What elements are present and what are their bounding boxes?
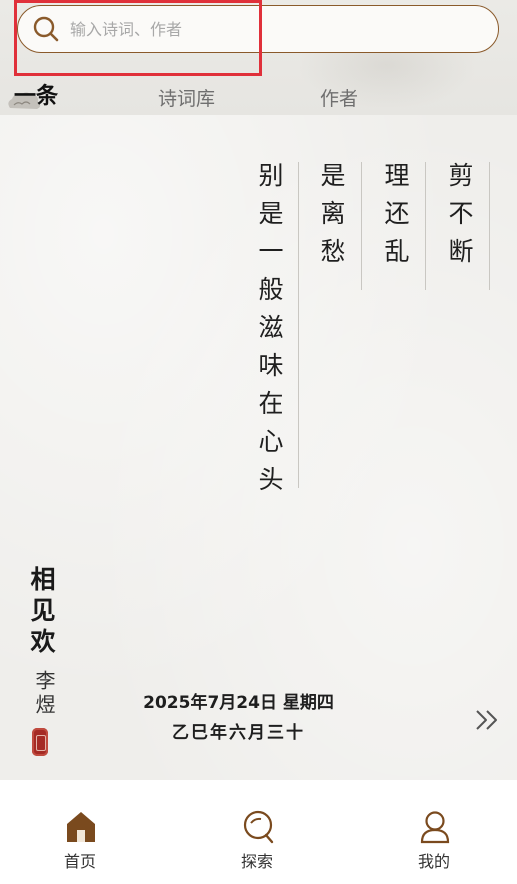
nav-home-label: 首页	[63, 852, 96, 871]
nav-home[interactable]: 首页	[30, 780, 130, 880]
nav-explore[interactable]: 探索	[207, 780, 307, 880]
gregorian-date: 2025年7月24日 星期四	[143, 693, 334, 713]
poem-title: 相见欢	[27, 566, 56, 659]
column-divider	[489, 162, 490, 290]
poem-line-3: 是离愁	[317, 162, 346, 276]
search-input[interactable]	[70, 19, 450, 39]
column-divider	[425, 162, 426, 290]
explore-icon	[243, 810, 274, 844]
nav-explore-label: 探索	[240, 852, 273, 871]
home-icon	[67, 812, 95, 842]
column-divider	[361, 162, 362, 290]
tab-yitiao[interactable]: 一条	[14, 78, 58, 110]
nav-profile-label: 我的	[417, 852, 450, 871]
column-divider	[298, 162, 299, 488]
profile-icon	[420, 811, 450, 844]
search-bar[interactable]	[17, 5, 499, 53]
poem-line-1: 剪不断	[445, 162, 474, 276]
poem-line-4: 别是一般滋味在心头	[255, 162, 284, 504]
tab-author[interactable]: 作者	[320, 84, 358, 111]
next-poem-button[interactable]	[474, 707, 502, 733]
poem-line-2: 理还乱	[381, 162, 410, 276]
nav-profile[interactable]: 我的	[384, 780, 484, 880]
tab-poetry-library[interactable]: 诗词库	[158, 84, 215, 111]
bottom-navigation: 首页 探索 我的	[0, 780, 517, 884]
lunar-date: 乙巳年六月三十	[172, 723, 305, 743]
search-icon	[33, 16, 59, 42]
